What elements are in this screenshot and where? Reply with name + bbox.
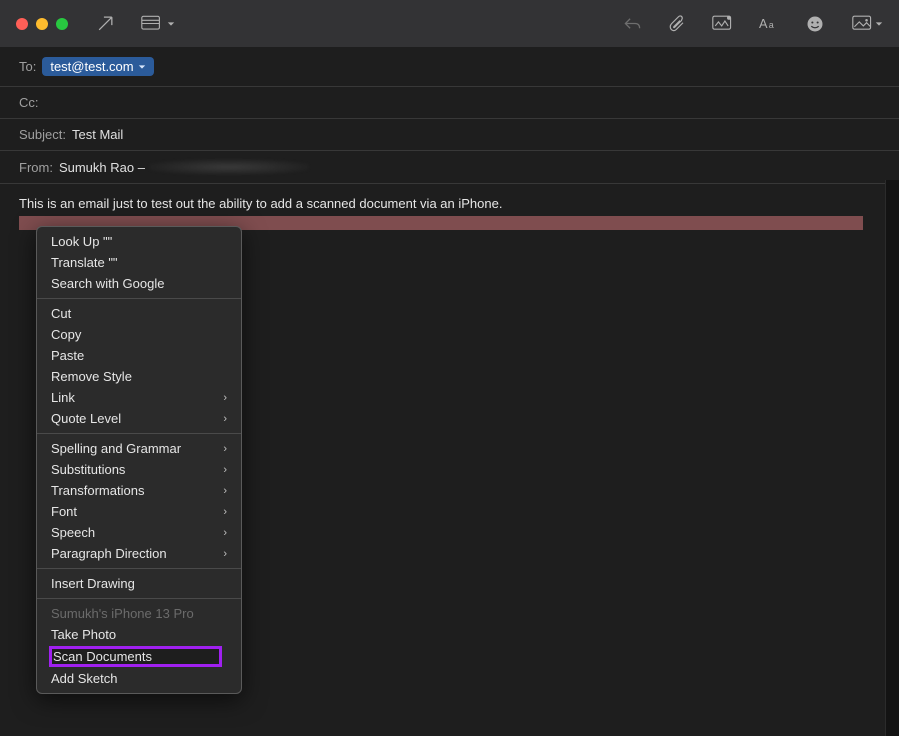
subject-value: Test Mail (72, 127, 123, 142)
traffic-lights (16, 18, 68, 30)
from-label: From: (19, 160, 53, 175)
format-box-icon[interactable] (712, 15, 733, 32)
subject-field-row[interactable]: Subject: Test Mail (0, 119, 899, 151)
window-close-button[interactable] (16, 18, 28, 30)
toolbar-left (96, 14, 175, 33)
chevron-right-icon: › (223, 548, 227, 560)
menu-remove-style[interactable]: Remove Style (37, 366, 241, 387)
menu-spelling[interactable]: Spelling and Grammar› (37, 438, 241, 459)
from-address-redacted (149, 159, 309, 175)
header-fields: To: test@test.com Cc: Subject: Test Mail… (0, 47, 899, 184)
menu-speech[interactable]: Speech› (37, 522, 241, 543)
menu-link[interactable]: Link› (37, 387, 241, 408)
context-menu: Look Up "" Translate "" Search with Goog… (36, 226, 242, 694)
attach-icon[interactable] (668, 14, 686, 33)
chevron-right-icon: › (223, 392, 227, 404)
cc-field-row[interactable]: Cc: (0, 87, 899, 119)
menu-search-google[interactable]: Search with Google (37, 273, 241, 294)
menu-font[interactable]: Font› (37, 501, 241, 522)
chevron-right-icon: › (223, 527, 227, 539)
menu-look-up[interactable]: Look Up "" (37, 231, 241, 252)
menu-paragraph-direction[interactable]: Paragraph Direction› (37, 543, 241, 564)
titlebar: A a (0, 0, 899, 47)
chevron-right-icon: › (223, 485, 227, 497)
body-text: This is an email just to test out the ab… (19, 196, 880, 213)
chevron-right-icon: › (223, 506, 227, 518)
subject-label: Subject: (19, 127, 66, 142)
recipient-text: test@test.com (50, 59, 133, 74)
toolbar-right: A a (623, 14, 883, 33)
cc-label: Cc: (19, 95, 39, 110)
svg-text:a: a (769, 20, 774, 30)
menu-separator (37, 298, 241, 299)
menu-translate[interactable]: Translate "" (37, 252, 241, 273)
from-field-row[interactable]: From: Sumukh Rao – (0, 151, 899, 184)
chevron-right-icon: › (223, 464, 227, 476)
menu-copy[interactable]: Copy (37, 324, 241, 345)
menu-device-header: Sumukh's iPhone 13 Pro (37, 603, 241, 624)
chevron-right-icon: › (223, 443, 227, 455)
menu-quote-level[interactable]: Quote Level› (37, 408, 241, 429)
menu-take-photo[interactable]: Take Photo (37, 624, 241, 645)
svg-text:A: A (759, 16, 768, 31)
header-fields-toggle-icon[interactable] (139, 15, 175, 32)
emoji-icon[interactable] (806, 15, 824, 33)
menu-paste[interactable]: Paste (37, 345, 241, 366)
menu-substitutions[interactable]: Substitutions› (37, 459, 241, 480)
text-style-icon[interactable]: A a (759, 15, 780, 32)
window-minimize-button[interactable] (36, 18, 48, 30)
window-fullscreen-button[interactable] (56, 18, 68, 30)
menu-insert-drawing[interactable]: Insert Drawing (37, 573, 241, 594)
menu-separator (37, 598, 241, 599)
menu-cut[interactable]: Cut (37, 303, 241, 324)
menu-transformations[interactable]: Transformations› (37, 480, 241, 501)
send-icon[interactable] (96, 14, 115, 33)
recipient-pill[interactable]: test@test.com (42, 57, 153, 76)
to-field-row[interactable]: To: test@test.com (0, 47, 899, 87)
from-name: Sumukh Rao – (59, 160, 145, 175)
compose-body[interactable]: This is an email just to test out the ab… (0, 184, 899, 230)
to-label: To: (19, 59, 36, 74)
menu-separator (37, 568, 241, 569)
chevron-right-icon: › (223, 413, 227, 425)
reply-icon[interactable] (623, 15, 642, 32)
scrollbar-track[interactable] (885, 180, 899, 736)
menu-separator (37, 433, 241, 434)
menu-add-sketch[interactable]: Add Sketch (37, 668, 241, 689)
media-insert-icon[interactable] (850, 15, 883, 32)
menu-scan-documents[interactable]: Scan Documents (37, 645, 241, 668)
